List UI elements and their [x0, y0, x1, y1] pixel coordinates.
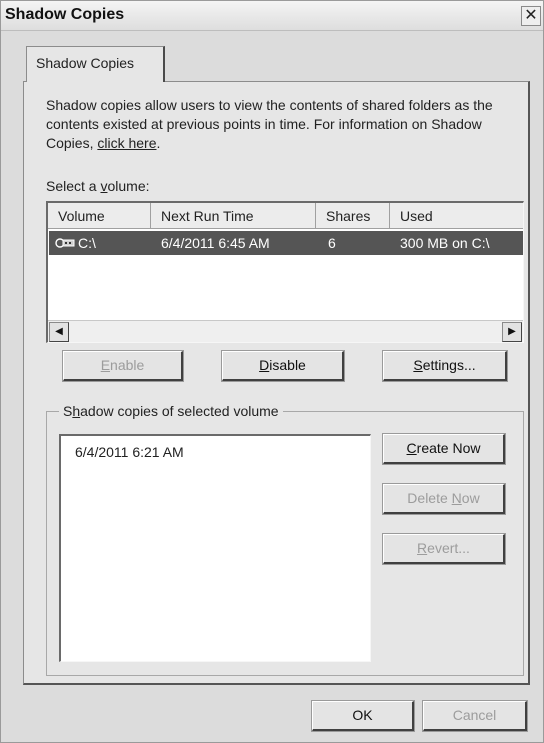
- disable-button[interactable]: Disable: [221, 350, 345, 382]
- column-header-volume[interactable]: Volume: [48, 203, 151, 229]
- shares-cell: 6: [328, 235, 336, 251]
- volume-list-header: Volume Next Run Time Shares Used: [48, 203, 523, 229]
- shadow-copies-group-label: Shadow copies of selected volume: [59, 402, 283, 420]
- tab-shadow-copies[interactable]: Shadow Copies: [26, 46, 165, 82]
- column-header-shares[interactable]: Shares: [316, 203, 390, 229]
- volume-list[interactable]: Volume Next Run Time Shares Used C:\ 6/4…: [46, 201, 524, 343]
- tab-label: Shadow Copies: [36, 55, 135, 71]
- revert-button[interactable]: Revert...: [382, 533, 506, 565]
- shadow-copies-list[interactable]: 6/4/2011 6:21 AM: [59, 434, 371, 662]
- close-button[interactable]: ✕: [521, 6, 541, 26]
- enable-button[interactable]: Enable: [62, 350, 184, 382]
- shadow-copy-item[interactable]: 6/4/2011 6:21 AM: [75, 444, 184, 460]
- next-run-time-cell: 6/4/2011 6:45 AM: [161, 235, 270, 251]
- cancel-button[interactable]: Cancel: [422, 700, 528, 732]
- window-title: Shadow Copies: [5, 6, 125, 23]
- horizontal-scrollbar[interactable]: ◀ ▶: [48, 320, 523, 342]
- volume-row-c[interactable]: C:\ 6/4/2011 6:45 AM 6 300 MB on C:\: [49, 231, 523, 255]
- column-header-used[interactable]: Used: [390, 203, 524, 229]
- ok-button[interactable]: OK: [311, 700, 415, 732]
- create-now-button[interactable]: Create Now: [382, 433, 506, 465]
- click-here-link[interactable]: click here: [97, 135, 156, 151]
- select-volume-label: Select a volume:: [46, 178, 150, 194]
- title-bar[interactable]: Shadow Copies ✕: [1, 1, 543, 31]
- drive-icon: [55, 238, 75, 248]
- close-icon: ✕: [524, 7, 538, 24]
- volume-cell: C:\: [78, 235, 96, 251]
- shadow-copies-dialog: Shadow Copies ✕ Shadow Copies Shadow cop…: [0, 0, 544, 743]
- settings-button[interactable]: Settings...: [382, 350, 508, 382]
- scroll-right-button[interactable]: ▶: [502, 322, 522, 342]
- arrow-left-icon: ◀: [55, 326, 63, 337]
- delete-now-button[interactable]: Delete Now: [382, 483, 506, 515]
- arrow-right-icon: ▶: [508, 326, 516, 337]
- used-cell: 300 MB on C:\: [400, 235, 490, 251]
- column-header-next-run-time[interactable]: Next Run Time: [151, 203, 316, 229]
- scroll-left-button[interactable]: ◀: [49, 322, 69, 342]
- description-text: Shadow copies allow users to view the co…: [46, 97, 493, 151]
